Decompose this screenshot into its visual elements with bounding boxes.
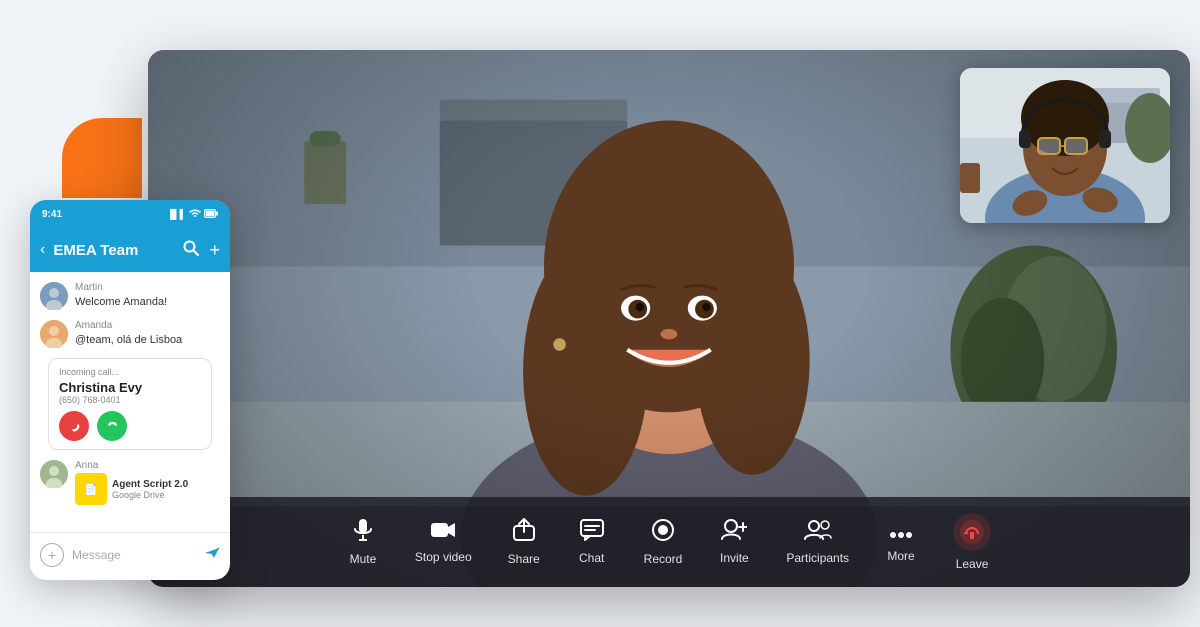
back-button[interactable]: ‹ — [40, 241, 45, 259]
participants-button[interactable]: Participants — [772, 511, 863, 573]
incoming-call-label: Incoming call... — [59, 367, 201, 377]
stop-video-label: Stop video — [415, 550, 472, 564]
more-button[interactable]: More — [871, 513, 931, 571]
stop-video-button[interactable]: Stop video — [401, 512, 486, 572]
attachment-filename: Agent Script 2.0 — [112, 479, 188, 490]
chat-icon — [580, 519, 604, 545]
mobile-header: ‹ EMEA Team + — [30, 228, 230, 272]
main-video-container: Mute Stop video Share — [148, 50, 1190, 587]
leave-label: Leave — [956, 557, 989, 571]
add-attachment-button[interactable]: + — [40, 543, 64, 567]
orange-accent-shape — [62, 118, 142, 198]
message-content-amanda: Amanda @team, olá de Lisboa — [75, 320, 182, 347]
decline-call-button[interactable] — [59, 411, 89, 441]
more-icon — [889, 521, 913, 543]
mute-button[interactable]: Mute — [333, 510, 393, 574]
message-anna: Anna 📄 Agent Script 2.0 Google Drive — [40, 460, 220, 505]
microphone-icon — [352, 518, 374, 546]
message-martin: Martin Welcome Amanda! — [40, 282, 220, 310]
avatar-amanda — [40, 320, 68, 348]
search-icon[interactable] — [183, 240, 199, 261]
participants-label: Participants — [786, 551, 849, 565]
sender-martin: Martin — [75, 282, 167, 293]
incoming-call-notification: Incoming call... Christina Evy (650) 768… — [48, 358, 212, 450]
avatar-anna — [40, 460, 68, 488]
sender-anna: Anna — [75, 460, 188, 471]
leave-icon — [953, 513, 991, 551]
accept-call-button[interactable] — [97, 411, 127, 441]
leave-button[interactable]: Leave — [939, 505, 1005, 579]
attachment-icon: 📄 — [75, 473, 107, 505]
chat-button[interactable]: Chat — [562, 511, 622, 573]
attachment-info: Agent Script 2.0 Google Drive — [112, 479, 188, 500]
message-input[interactable]: Message — [72, 548, 196, 562]
sender-amanda: Amanda — [75, 320, 182, 331]
record-label: Record — [644, 552, 683, 566]
camera-icon — [430, 520, 456, 544]
share-icon — [513, 518, 535, 546]
avatar-martin — [40, 282, 68, 310]
pip-video — [960, 68, 1170, 223]
record-button[interactable]: Record — [630, 510, 697, 574]
invite-label: Invite — [720, 551, 749, 565]
mobile-time: 9:41 — [42, 209, 62, 220]
caller-name: Christina Evy — [59, 380, 201, 395]
participants-icon — [804, 519, 832, 545]
send-button[interactable] — [204, 546, 220, 563]
message-list: Martin Welcome Amanda! Amanda @team, olá… — [30, 272, 230, 532]
mobile-chat-panel: 9:41 ▐▌▌ ‹ EMEA Team — [30, 200, 230, 580]
call-action-buttons — [59, 411, 201, 441]
header-action-icons: + — [183, 240, 220, 261]
pip-background — [960, 68, 1170, 223]
mute-label: Mute — [350, 552, 377, 566]
wifi-icon — [189, 208, 201, 220]
invite-icon — [721, 519, 747, 545]
chat-label: Chat — [579, 551, 604, 565]
share-label: Share — [508, 552, 540, 566]
caller-number: (650) 768-0401 — [59, 395, 201, 405]
text-amanda: @team, olá de Lisboa — [75, 333, 182, 347]
record-icon — [651, 518, 675, 546]
mobile-status-bar: 9:41 ▐▌▌ — [30, 200, 230, 228]
share-button[interactable]: Share — [494, 510, 554, 574]
mobile-status-icons: ▐▌▌ — [167, 208, 218, 220]
invite-button[interactable]: Invite — [704, 511, 764, 573]
team-name-label: EMEA Team — [53, 242, 175, 259]
message-amanda: Amanda @team, olá de Lisboa — [40, 320, 220, 348]
battery-icon — [204, 209, 218, 220]
add-icon[interactable]: + — [209, 240, 220, 261]
more-label: More — [887, 549, 914, 563]
attachment-source: Google Drive — [112, 490, 188, 500]
message-content-martin: Martin Welcome Amanda! — [75, 282, 167, 309]
mobile-input-bar: + Message — [30, 532, 230, 576]
signal-icon: ▐▌▌ — [167, 209, 186, 219]
text-martin: Welcome Amanda! — [75, 295, 167, 309]
control-bar: Mute Stop video Share — [148, 497, 1190, 587]
